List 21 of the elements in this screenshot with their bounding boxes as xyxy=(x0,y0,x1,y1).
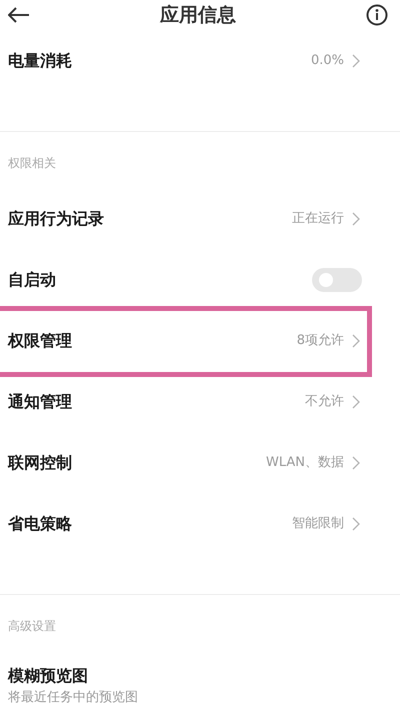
setting-value: 正在运行 xyxy=(292,210,344,228)
setting-value: 8项允许 xyxy=(296,332,344,350)
setting-value: 不允许 xyxy=(305,392,344,411)
setting-label: 电量消耗 xyxy=(8,50,72,72)
setting-label: 模糊预览图 xyxy=(8,665,89,688)
setting-value: WLAN、数据 xyxy=(266,454,344,472)
setting-label: 应用行为记录 xyxy=(8,208,104,230)
section-heading: 高级设置 xyxy=(8,619,56,633)
page-title: 应用信息 xyxy=(160,2,236,28)
setting-label: 通知管理 xyxy=(8,390,72,412)
setting-label: 省电策略 xyxy=(8,512,72,534)
info-icon[interactable] xyxy=(366,4,388,26)
setting-label: 自启动 xyxy=(8,268,56,290)
section-heading: 权限相关 xyxy=(8,156,56,170)
setting-value: 智能限制 xyxy=(292,514,344,533)
setting-description: 将最近任务中的预览图 xyxy=(8,689,138,708)
toggle-switch[interactable] xyxy=(312,268,362,292)
setting-label: 权限管理 xyxy=(8,330,72,352)
setting-label: 联网控制 xyxy=(8,452,72,474)
back-arrow-icon[interactable] xyxy=(8,7,30,23)
setting-value: 0.0% xyxy=(310,52,344,70)
